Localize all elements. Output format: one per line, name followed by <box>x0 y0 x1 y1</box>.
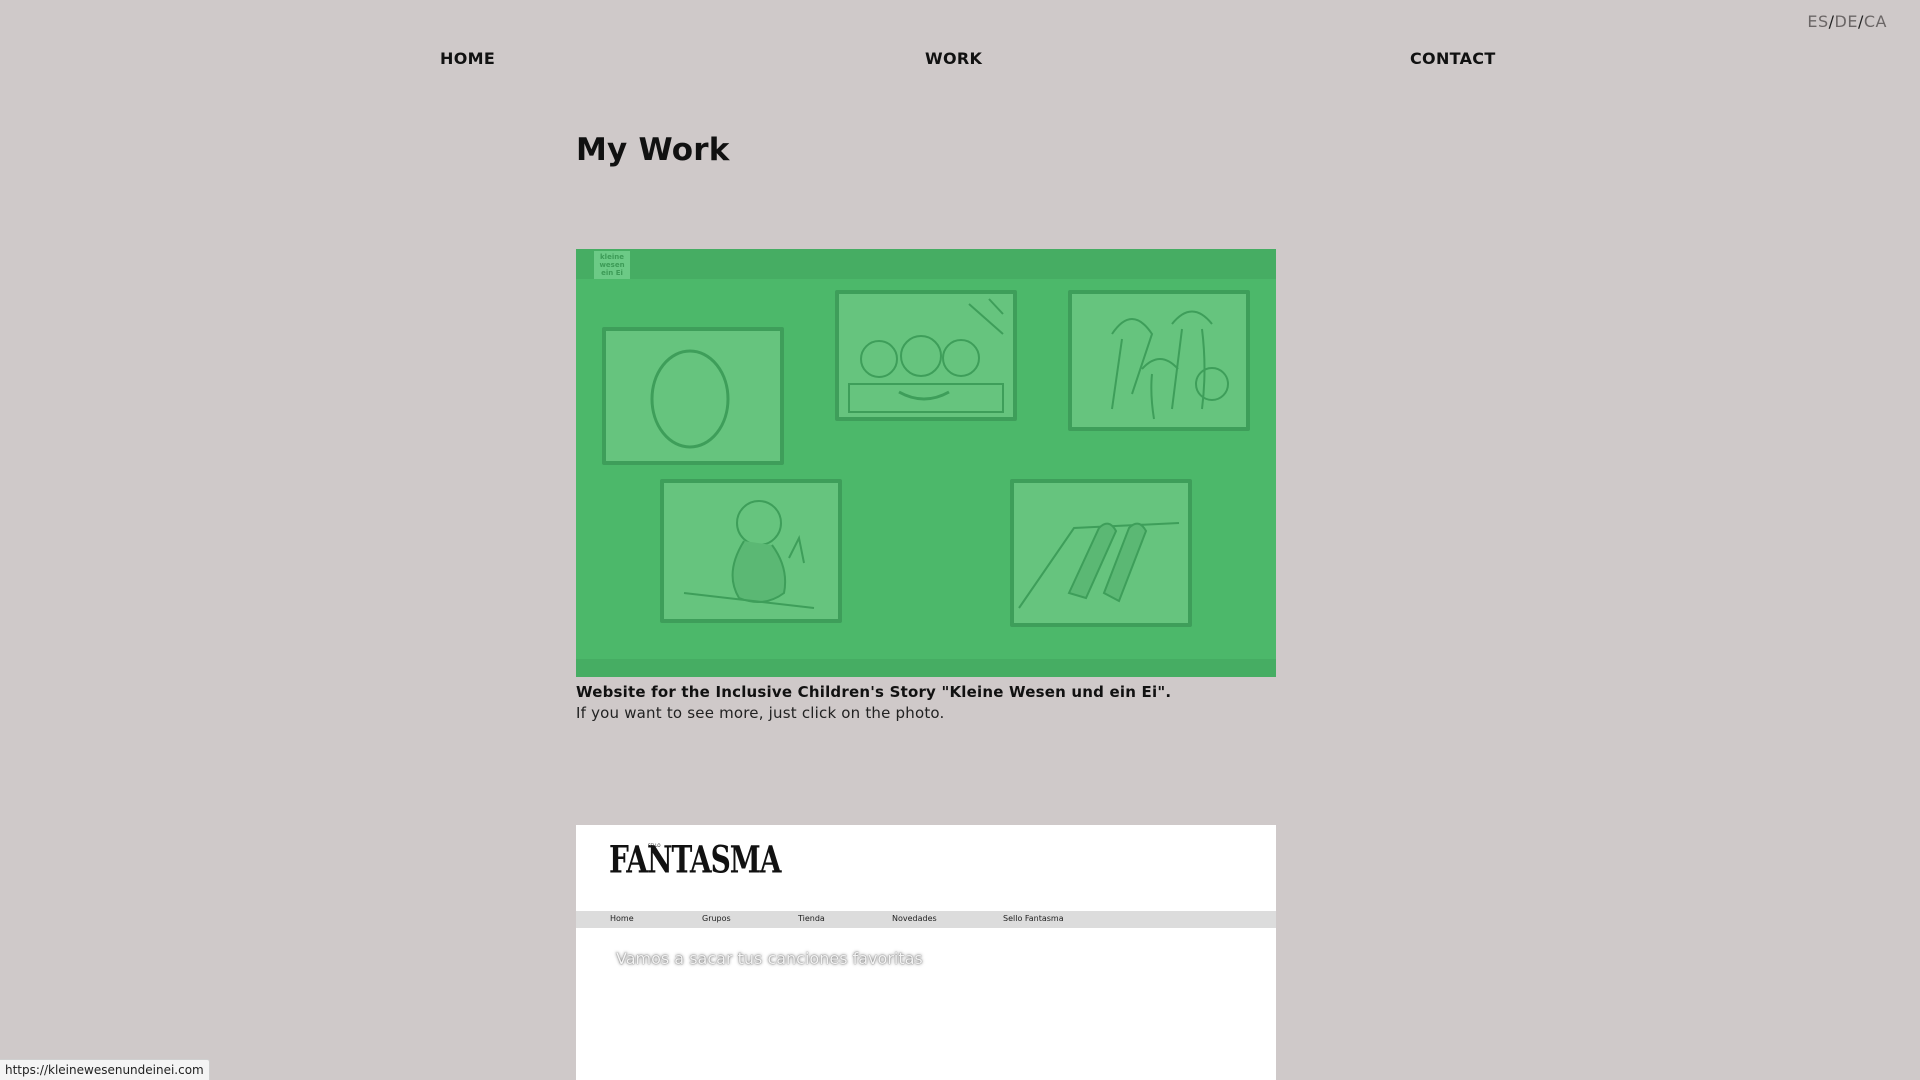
lang-es-link[interactable]: ES <box>1807 12 1828 31</box>
main-nav: HOME WORK CONTACT <box>0 49 1920 69</box>
fantasma-nav-home: Home <box>610 914 634 923</box>
fantasma-hero-text: Vamos a sacar tus canciones favoritas <box>616 949 923 968</box>
fantasma-nav-sello-fantasma: Sello Fantasma <box>1003 914 1064 923</box>
nav-work-link[interactable]: WORK <box>925 49 982 68</box>
fantasma-nav-novedades: Novedades <box>892 914 937 923</box>
nav-home-link[interactable]: HOME <box>440 49 495 68</box>
fantasma-logo: FANTASMA <box>609 837 782 882</box>
illustration-caterpillars <box>1010 479 1192 627</box>
project-screenshot-kleine-wesen[interactable]: kleine wesen ein Ei <box>576 249 1276 677</box>
fantasma-nav-grupos: Grupos <box>702 914 731 923</box>
project-caption-subtitle: If you want to see more, just click on t… <box>576 704 945 722</box>
link-status-url: https://kleinewesenundeinei.com <box>0 1059 210 1080</box>
project-caption-title: Website for the Inclusive Children's Sto… <box>576 683 1172 701</box>
fantasma-nav-bar: Home Grupos Tienda Novedades Sello Fanta… <box>576 911 1276 928</box>
lang-ca-link[interactable]: CA <box>1864 12 1887 31</box>
screenshot-header-bar: kleine wesen ein Ei <box>576 249 1276 279</box>
fantasma-nav-tienda: Tienda <box>798 914 825 923</box>
illustration-egg <box>602 327 784 465</box>
project-screenshot-sello-fantasma[interactable]: SELLO FANTASMA Home Grupos Tienda Noveda… <box>576 825 1276 1080</box>
lang-de-link[interactable]: DE <box>1835 12 1858 31</box>
page-title: My Work <box>576 132 730 168</box>
illustration-creatures-box <box>835 290 1017 421</box>
language-switcher: ES/DE/CA <box>1807 12 1887 31</box>
illustration-jellyfish <box>1068 290 1250 431</box>
nav-contact-link[interactable]: CONTACT <box>1410 49 1496 68</box>
kleine-wesen-logo: kleine wesen ein Ei <box>594 251 630 279</box>
illustration-bird <box>660 479 842 623</box>
screenshot-footer-bar <box>576 659 1276 677</box>
